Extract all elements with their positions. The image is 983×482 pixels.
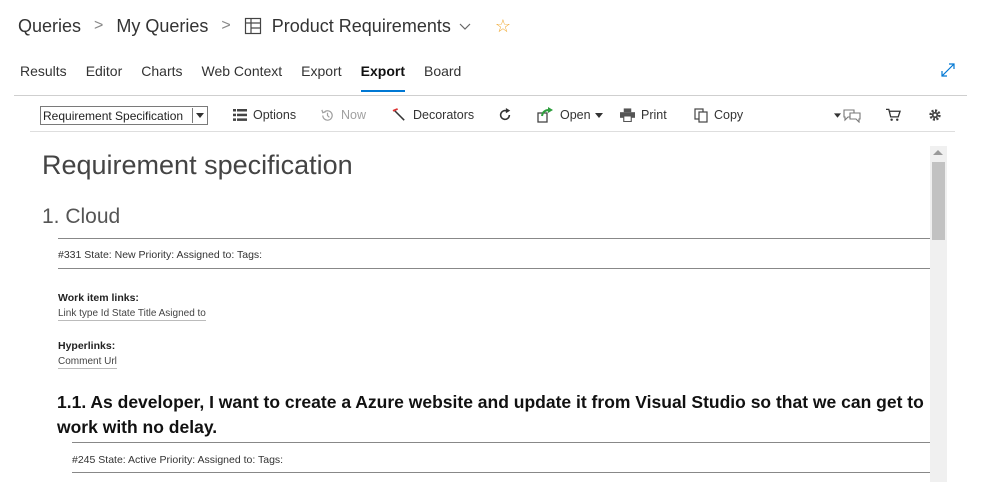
scroll-thumb[interactable] bbox=[932, 162, 945, 240]
list-icon bbox=[233, 109, 247, 121]
options-button[interactable]: Options bbox=[233, 106, 296, 124]
open-button[interactable]: Open bbox=[537, 106, 603, 124]
subsection-rule bbox=[72, 442, 930, 443]
feedback-chat-icon bbox=[843, 108, 861, 123]
toolbar-divider bbox=[30, 131, 955, 132]
query-table-icon bbox=[244, 17, 261, 35]
breadcrumb-my-queries[interactable]: My Queries bbox=[116, 16, 208, 37]
refresh-button[interactable] bbox=[498, 106, 518, 124]
copy-label: Copy bbox=[714, 108, 744, 122]
gear-icon bbox=[929, 109, 941, 121]
expand-icon[interactable] bbox=[940, 62, 956, 78]
print-button[interactable]: Print bbox=[620, 106, 667, 124]
shopping-cart-icon bbox=[886, 108, 901, 121]
open-label: Open bbox=[560, 108, 591, 122]
favorite-star-icon[interactable]: ☆ bbox=[495, 16, 511, 37]
work-item-links-label: Work item links: bbox=[58, 292, 139, 304]
tab-divider bbox=[14, 95, 967, 96]
breadcrumb-separator: > bbox=[94, 17, 104, 34]
breadcrumb-product-requirements[interactable]: Product Requirements bbox=[272, 16, 451, 37]
document-title: Requirement specification bbox=[42, 150, 353, 180]
toolbar: Requirement Specification Options Now De… bbox=[40, 104, 958, 126]
scroll-up-arrow-icon[interactable] bbox=[933, 150, 943, 155]
work-item-meta-2: #245 State: Active Priority: Assigned to… bbox=[72, 454, 284, 466]
hyperlinks-label: Hyperlinks: bbox=[58, 340, 116, 352]
template-select-value: Requirement Specification bbox=[43, 108, 184, 123]
open-arrow-icon bbox=[537, 107, 553, 123]
subsection-heading: 1.1. As developer, I want to create a Az… bbox=[57, 392, 924, 437]
tab-results[interactable]: Results bbox=[20, 62, 67, 92]
meta-rule bbox=[58, 268, 930, 269]
cart-button[interactable] bbox=[886, 106, 907, 124]
tab-charts[interactable]: Charts bbox=[141, 62, 182, 92]
hyperlinks-columns: Comment Url bbox=[58, 356, 117, 369]
meta-rule-2 bbox=[72, 472, 930, 473]
settings-button[interactable] bbox=[928, 106, 948, 124]
decorators-label: Decorators bbox=[413, 108, 475, 122]
decorators-button[interactable]: Decorators bbox=[392, 106, 474, 124]
copy-button[interactable]: Copy bbox=[694, 106, 743, 124]
select-arrow-icon bbox=[192, 108, 207, 123]
caret-down-icon bbox=[834, 112, 841, 118]
breadcrumb-separator: > bbox=[221, 17, 231, 34]
template-select[interactable]: Requirement Specification bbox=[40, 106, 208, 125]
tab-board[interactable]: Board bbox=[424, 62, 461, 92]
copy-icon bbox=[694, 107, 708, 123]
breadcrumb: Queries > My Queries > Product Requireme… bbox=[18, 14, 511, 38]
tab-editor[interactable]: Editor bbox=[86, 62, 123, 92]
decorator-brush-icon bbox=[392, 107, 405, 121]
history-icon bbox=[321, 109, 333, 121]
work-item-links-columns: Link type Id State Title Asigned to bbox=[58, 308, 206, 321]
feedback-button[interactable] bbox=[834, 106, 867, 124]
printer-icon bbox=[620, 108, 635, 122]
tab-export-active[interactable]: Export bbox=[360, 62, 405, 92]
now-label: Now bbox=[341, 108, 367, 122]
refresh-icon bbox=[499, 108, 511, 121]
section-heading: 1. Cloud bbox=[42, 205, 121, 228]
work-item-meta: #331 State: New Priority: Assigned to: T… bbox=[58, 249, 263, 261]
tab-bar: Results Editor Charts Web Context Export… bbox=[20, 62, 480, 92]
caret-down-icon bbox=[594, 112, 603, 118]
tab-web-context[interactable]: Web Context bbox=[202, 62, 283, 92]
now-button[interactable]: Now bbox=[320, 106, 366, 124]
tab-export[interactable]: Export bbox=[301, 62, 341, 92]
breadcrumb-queries[interactable]: Queries bbox=[18, 16, 81, 37]
chevron-down-icon[interactable] bbox=[459, 20, 471, 32]
print-label: Print bbox=[641, 108, 667, 122]
document-preview: Requirement specification 1. Cloud #331 … bbox=[42, 140, 930, 482]
section-rule bbox=[58, 238, 930, 239]
options-label: Options bbox=[253, 108, 297, 122]
vertical-scrollbar[interactable] bbox=[930, 146, 947, 482]
